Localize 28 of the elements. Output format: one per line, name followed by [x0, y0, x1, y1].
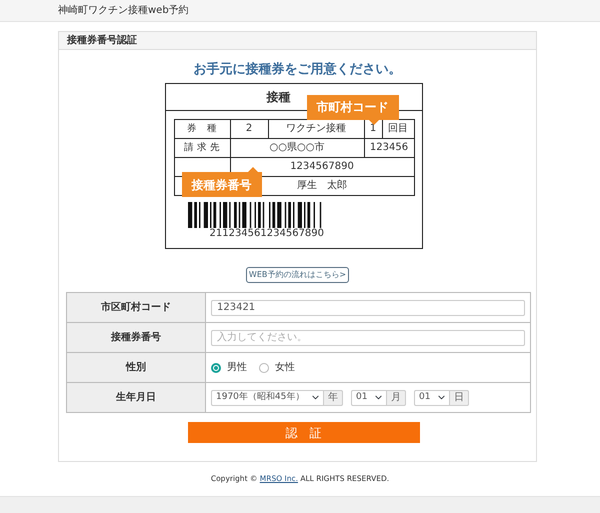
text-input[interactable]: 入力してください。 — [211, 330, 525, 346]
unit-label: 月 — [387, 390, 406, 406]
site-title: 神崎町ワクチン接種web予約 — [58, 4, 189, 18]
ticket-cell: 券 種 — [174, 120, 230, 138]
radio-label: 男性 — [227, 360, 247, 375]
ticket-cell: 請 求 先 — [174, 138, 230, 158]
unit-label: 日 — [450, 390, 469, 406]
radio-button[interactable] — [211, 362, 221, 372]
text-input[interactable]: 123421 — [211, 300, 525, 316]
date-select[interactable]: 01 — [351, 390, 387, 406]
field-label: 生年月日 — [66, 382, 206, 412]
barcode-number: 211234561234567890 — [210, 228, 326, 240]
ticket-title: 接種 — [266, 89, 290, 106]
field-label: 市区町村コード — [66, 292, 206, 322]
radio-button[interactable] — [259, 362, 269, 372]
field-label: 接種券番号 — [66, 322, 206, 352]
flow-link-button[interactable]: WEB予約の流れはこちら> — [246, 267, 349, 283]
ticket-cell: 2 — [230, 120, 268, 138]
field-label: 性別 — [66, 352, 206, 382]
callout-label: 接種券番号 — [182, 167, 262, 197]
radio-label: 女性 — [275, 360, 295, 375]
unit-label: 年 — [324, 390, 343, 406]
instruction-heading: お手元に接種券をご用意ください。 — [192, 62, 402, 78]
card-title: 接種券番号認証 — [59, 32, 536, 50]
ticket-cell: ○○県○○市 — [230, 138, 364, 158]
date-select[interactable]: 1970年（昭和45年） — [211, 390, 324, 406]
date-select[interactable]: 01 — [414, 390, 450, 406]
ticket-cell: 123456 — [364, 138, 414, 158]
